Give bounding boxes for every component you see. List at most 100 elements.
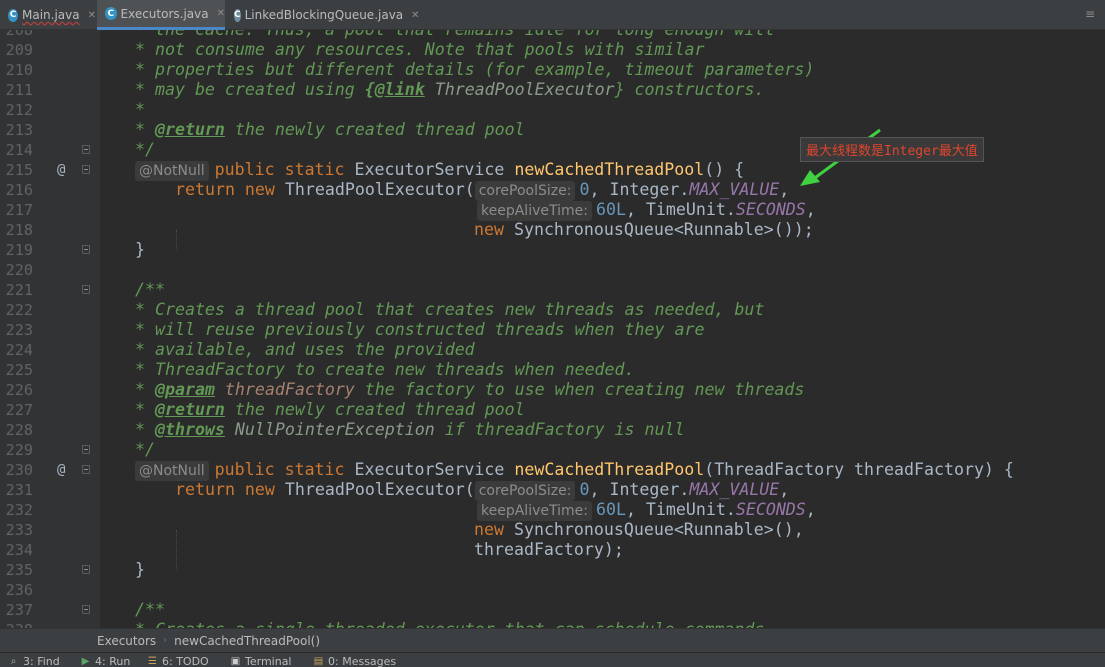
code-text: * @throws NullPointerException if thread…: [135, 420, 684, 440]
line-number: 217: [5, 201, 33, 219]
code-text: */: [135, 440, 155, 459]
line-number: 223: [5, 321, 33, 339]
line-number: 216: [5, 181, 33, 199]
fold-marker-icon[interactable]: [82, 245, 90, 254]
code-text: new SynchronousQueue<Runnable>());: [474, 220, 814, 240]
code-line: 209 * not consume any resources. Note th…: [0, 40, 1105, 60]
code-line: 231 return new ThreadPoolExecutor(corePo…: [0, 480, 1105, 501]
line-number: 220: [5, 261, 33, 279]
comment-text: *: [135, 420, 155, 439]
code-line: 229 */: [0, 440, 1105, 460]
toolwindow-run[interactable]: ▶ 4: Run: [80, 655, 131, 667]
line-number: 209: [5, 41, 33, 59]
code-line: 212 *: [0, 100, 1105, 120]
comment-text: *: [135, 400, 155, 419]
toolwindow-messages[interactable]: ▤ 0: Messages: [313, 655, 396, 667]
toolwindow-todo[interactable]: ☰ 6: TODO: [147, 655, 209, 667]
line-number: 231: [5, 481, 33, 499]
fold-marker-icon[interactable]: [82, 165, 90, 174]
javadoc-tag: @return: [154, 400, 225, 419]
tab-options-icon[interactable]: ≡: [1085, 7, 1095, 21]
code-text-segment: SynchronousQueue<Runnable>(),: [503, 520, 804, 539]
keyword: new: [474, 520, 504, 539]
fold-marker-icon[interactable]: [82, 445, 90, 454]
line-number: 230: [5, 461, 33, 479]
line-number: 208: [5, 30, 33, 39]
close-icon[interactable]: ✕: [411, 10, 419, 21]
javadoc-link-reference[interactable]: ThreadPoolExecutor: [425, 80, 615, 99]
code-line: 211 * may be created using {@link Thread…: [0, 80, 1105, 100]
static-field: MAX_VALUE: [689, 480, 780, 499]
messages-icon: ▤: [313, 656, 324, 667]
fold-marker-icon[interactable]: [82, 285, 90, 294]
line-number: 212: [5, 101, 33, 119]
code-text: }: [135, 240, 145, 259]
line-number: 218: [5, 221, 33, 239]
fold-marker-icon[interactable]: [82, 605, 90, 614]
inferred-annotation: @NotNull: [135, 161, 209, 181]
toolwindow-find[interactable]: ⌕ 3: Find: [8, 655, 60, 667]
line-number: 227: [5, 401, 33, 419]
breadcrumb-item-class[interactable]: Executors: [97, 634, 156, 648]
code-punctuation: ,: [779, 480, 790, 499]
code-punctuation: ,: [779, 180, 790, 199]
comment-text: *: [135, 120, 155, 139]
code-line: 216 return new ThreadPoolExecutor(corePo…: [0, 180, 1105, 201]
static-field: MAX_VALUE: [689, 180, 780, 199]
fold-marker-icon[interactable]: [82, 145, 90, 154]
tab-main-java[interactable]: C Main.java ✕: [0, 0, 96, 30]
java-class-icon: C: [105, 7, 117, 20]
static-field: SECONDS: [735, 200, 806, 219]
tab-executors-java[interactable]: C Executors.java ✕: [97, 0, 225, 30]
line-number: 232: [5, 501, 33, 519]
fold-marker-icon[interactable]: [82, 565, 90, 574]
breadcrumb-item-method[interactable]: newCachedThreadPool(): [174, 634, 320, 648]
tool-window-bar: ⌕ 3: Find ▶ 4: Run ☰ 6: TODO ▣ Terminal …: [0, 652, 1105, 667]
code-text-segment: , Integer.: [589, 180, 690, 199]
code-text: }: [135, 560, 145, 579]
code-line: 234 threadFactory);: [0, 540, 1105, 560]
line-number: 235: [5, 561, 33, 579]
code-text-segment: , TimeUnit.: [625, 500, 736, 519]
override-marker-icon[interactable]: @: [57, 160, 65, 180]
todo-icon: ☰: [148, 656, 157, 667]
tab-linkedblockingqueue-java[interactable]: C LinkedBlockingQueue.java ✕: [226, 0, 420, 30]
javadoc-tag: @link: [374, 80, 425, 99]
code-text: threadFactory);: [474, 540, 624, 559]
toolwindow-terminal[interactable]: ▣ Terminal: [230, 655, 292, 667]
javadoc-exception-reference[interactable]: NullPointerException: [225, 420, 435, 439]
search-icon: ⌕: [10, 656, 17, 667]
javadoc-tag: @return: [154, 120, 225, 139]
javadoc-tag: @param: [154, 380, 215, 399]
line-number: 210: [5, 61, 33, 79]
code-punctuation: () {: [704, 160, 745, 179]
comment-text: constructors.: [624, 80, 765, 99]
code-line: 228 * @throws NullPointerException if th…: [0, 420, 1105, 440]
code-editor[interactable]: 208 * the cache. Thus, a pool that remai…: [0, 30, 1105, 628]
fold-marker-icon[interactable]: [82, 465, 90, 474]
code-text: */: [135, 140, 155, 159]
method-name: newCachedThreadPool: [514, 160, 705, 179]
line-number: 234: [5, 541, 33, 559]
code-line: 238 * Creates a single-threaded executor…: [0, 620, 1105, 628]
code-line: 226 * @param threadFactory the factory t…: [0, 380, 1105, 400]
code-text: @NotNull public static ExecutorService ne…: [135, 460, 1014, 481]
line-number: 214: [5, 141, 33, 159]
code-text: * @param threadFactory the factory to us…: [135, 380, 804, 400]
keyword: public static: [214, 160, 345, 179]
annotation-callout: 最大线程数是Integer最大值: [800, 137, 984, 162]
code-text: * available, and uses the provided: [135, 340, 475, 359]
line-number: 229: [5, 441, 33, 459]
line-number: 213: [5, 121, 33, 139]
number-literal: 0: [579, 180, 590, 199]
code-text: /**: [135, 600, 165, 619]
override-marker-icon[interactable]: @: [57, 460, 65, 480]
parameter-hint: keepAliveTime:: [477, 501, 592, 521]
code-text: keepAliveTime: 60L, TimeUnit.SECONDS,: [477, 200, 816, 221]
code-text: * will reuse previously constructed thre…: [135, 320, 705, 339]
line-number: 219: [5, 241, 33, 259]
close-icon[interactable]: ✕: [217, 8, 225, 19]
parameter-hint: keepAliveTime:: [477, 201, 592, 221]
close-icon[interactable]: ✕: [88, 10, 96, 21]
comment-text: if threadFactory is null: [434, 420, 685, 439]
